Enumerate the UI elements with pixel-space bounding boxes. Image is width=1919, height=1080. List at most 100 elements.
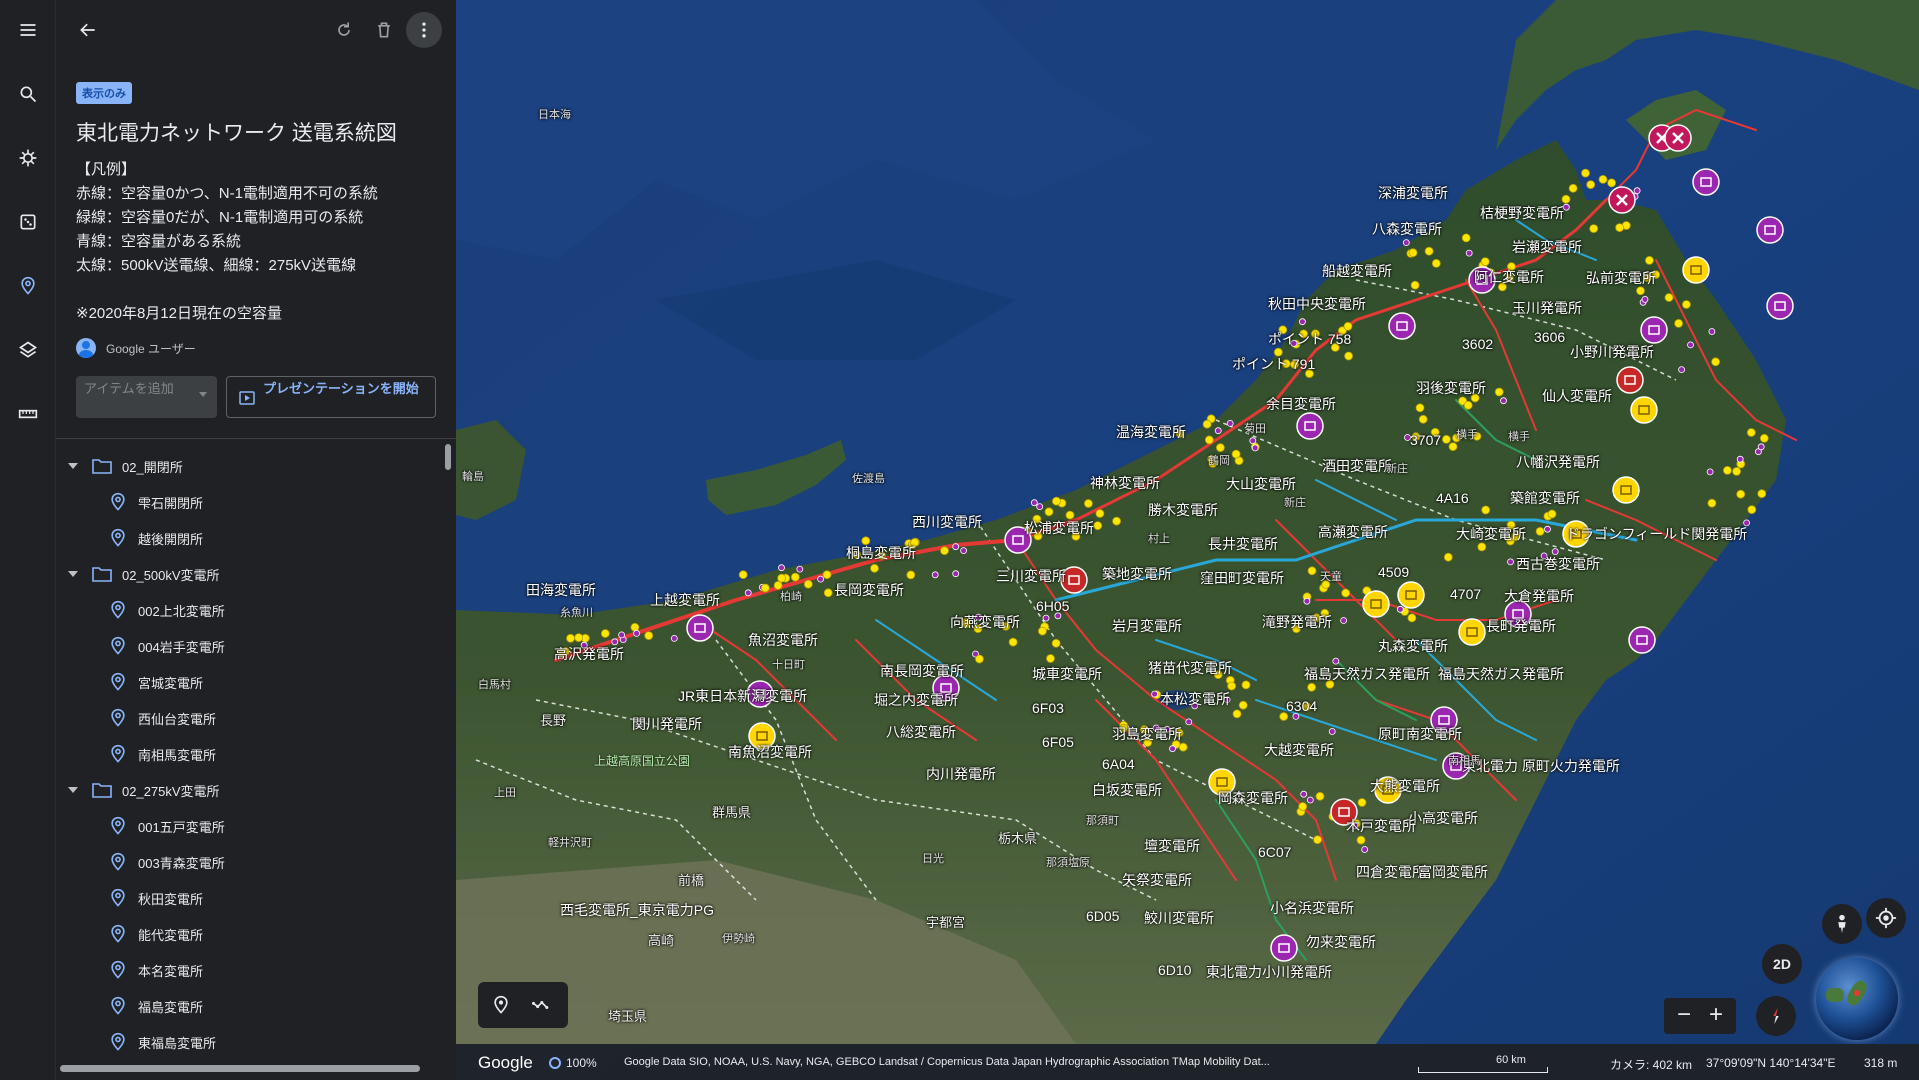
- globe-overview[interactable]: [1816, 958, 1898, 1040]
- facility-label[interactable]: 壇変電所: [1144, 836, 1200, 856]
- placemark-dot[interactable]: [1678, 366, 1685, 374]
- placemark-dot[interactable]: [1736, 455, 1744, 463]
- facility-label[interactable]: 6D10: [1158, 962, 1191, 978]
- facility-label[interactable]: 大越変電所: [1264, 740, 1334, 760]
- placemark-dot[interactable]: [1641, 295, 1649, 303]
- facility-label[interactable]: 6F05: [1042, 734, 1074, 750]
- expand-arrow-icon[interactable]: [68, 463, 78, 469]
- placemark-dot[interactable]: [1344, 351, 1353, 361]
- facility-label[interactable]: 6A04: [1102, 756, 1135, 772]
- placemark-dot[interactable]: [1095, 509, 1105, 518]
- placemark-dot[interactable]: [870, 563, 879, 573]
- placemark-dot[interactable]: [790, 572, 800, 582]
- placemark-dot[interactable]: [1185, 718, 1193, 726]
- placemark-dot[interactable]: [1633, 187, 1641, 195]
- facility-label[interactable]: 田海変電所: [526, 580, 596, 600]
- placemark-dot[interactable]: [1298, 802, 1308, 811]
- placemark-dot[interactable]: [1535, 527, 1545, 536]
- placemark-dot[interactable]: [1586, 180, 1596, 190]
- facility-label[interactable]: 鮫川変電所: [1144, 908, 1214, 928]
- placemark-dot[interactable]: [600, 629, 610, 638]
- facility-label[interactable]: 3606: [1534, 329, 1565, 345]
- facility-label[interactable]: 築館変電所: [1510, 488, 1580, 508]
- draw-path-icon[interactable]: [526, 990, 556, 1020]
- tree-placemark[interactable]: 東福島変電所: [56, 1024, 444, 1056]
- zoom-in-button[interactable]: +: [1702, 1002, 1730, 1030]
- placemark-dot[interactable]: [1544, 525, 1551, 533]
- placemark-dot[interactable]: [1424, 246, 1434, 256]
- facility-label[interactable]: 酒田変電所: [1322, 456, 1392, 476]
- facility-label[interactable]: 堀之内変電所: [874, 690, 958, 710]
- facility-label[interactable]: 岩瀬変電所: [1512, 237, 1582, 257]
- facility-label[interactable]: ポイント 791: [1232, 354, 1315, 374]
- placemark-dot[interactable]: [1361, 846, 1369, 853]
- add-item-button[interactable]: アイテムを追加: [76, 376, 217, 418]
- tree-placemark[interactable]: 001五戸変電所: [56, 808, 444, 844]
- placemark-dot[interactable]: [1241, 680, 1251, 690]
- placemark-dot[interactable]: [1461, 233, 1471, 243]
- facility-label[interactable]: 長町発電所: [1486, 616, 1556, 636]
- facility-label[interactable]: 3707: [1410, 432, 1441, 448]
- facility-label[interactable]: 神林変電所: [1090, 473, 1160, 493]
- tree-placemark[interactable]: 雫石開閉所: [56, 484, 444, 520]
- facility-label[interactable]: 6C07: [1258, 844, 1291, 860]
- scroll-thumb[interactable]: [445, 444, 451, 470]
- facility-label[interactable]: 福島天然ガス発電所: [1304, 664, 1430, 684]
- refresh-icon[interactable]: [326, 12, 362, 48]
- facility-label[interactable]: 小野川発電所: [1570, 342, 1654, 362]
- placemark-dot[interactable]: [1204, 435, 1214, 445]
- placemark-dot[interactable]: [1645, 255, 1654, 265]
- placemark-dot[interactable]: [1418, 414, 1428, 424]
- placemark-dot[interactable]: [633, 630, 641, 637]
- placemark-dot[interactable]: [1757, 489, 1767, 499]
- facility-label[interactable]: 大倉発電所: [1504, 586, 1574, 606]
- facility-marker-icon[interactable]: [1616, 366, 1644, 394]
- placemark-dot[interactable]: [1607, 178, 1616, 188]
- facility-label[interactable]: 船越変電所: [1322, 261, 1392, 281]
- facility-marker-icon[interactable]: [1682, 256, 1710, 284]
- placemark-dot[interactable]: [760, 583, 770, 593]
- placemark-dot[interactable]: [1216, 443, 1225, 453]
- facility-label[interactable]: 4A16: [1436, 490, 1469, 506]
- placemark-dot[interactable]: [952, 570, 960, 578]
- placemark-dot[interactable]: [644, 631, 654, 640]
- facility-label[interactable]: 本松変電所: [1160, 689, 1230, 709]
- dice-icon[interactable]: [12, 206, 44, 238]
- facility-label[interactable]: 6D05: [1086, 908, 1119, 924]
- facility-label[interactable]: 6304: [1286, 698, 1317, 714]
- facility-label[interactable]: 6F03: [1032, 700, 1064, 716]
- placemark-dot[interactable]: [630, 622, 640, 632]
- facility-marker-icon[interactable]: [1692, 168, 1720, 196]
- placemark-dot[interactable]: [1299, 318, 1306, 326]
- placemark-dot[interactable]: [1396, 605, 1404, 613]
- facility-label[interactable]: 3602: [1462, 336, 1493, 352]
- facility-label[interactable]: 三川変電所: [996, 566, 1066, 586]
- facility-label[interactable]: 南魚沼変電所: [728, 742, 812, 762]
- placemark-dot[interactable]: [1736, 489, 1746, 499]
- facility-label[interactable]: 四倉変電所: [1356, 862, 1426, 882]
- placemark-dot[interactable]: [1300, 790, 1308, 798]
- facility-label[interactable]: 羽島変電所: [1112, 724, 1182, 744]
- facility-label[interactable]: 上越変電所: [650, 590, 720, 610]
- toggle-2d-button[interactable]: 2D: [1762, 944, 1802, 984]
- placemark-dot[interactable]: [1757, 443, 1765, 451]
- placemark-dot[interactable]: [1407, 613, 1417, 623]
- facility-label[interactable]: 6H05: [1036, 598, 1069, 614]
- facility-marker-icon[interactable]: [1756, 216, 1784, 244]
- facility-label[interactable]: 大山変電所: [1226, 474, 1296, 494]
- placemark-dot[interactable]: [574, 633, 584, 642]
- placemark-dot[interactable]: [1356, 835, 1366, 845]
- placemark-dot[interactable]: [931, 571, 939, 579]
- placemark-dot[interactable]: [906, 570, 916, 580]
- placemark-dot[interactable]: [1084, 499, 1093, 508]
- compass-icon[interactable]: [1756, 996, 1796, 1036]
- facility-marker-icon[interactable]: [1640, 316, 1668, 344]
- facility-label[interactable]: 4509: [1378, 564, 1409, 580]
- facility-label[interactable]: 秋田中央変電所: [1268, 294, 1366, 314]
- placemark-dot[interactable]: [1251, 444, 1259, 452]
- facility-label[interactable]: 内川発電所: [926, 764, 996, 784]
- placemark-dot[interactable]: [1408, 248, 1418, 258]
- placemark-dot[interactable]: [1674, 318, 1683, 328]
- facility-label[interactable]: 大熊変電所: [1370, 776, 1440, 796]
- facility-label[interactable]: 羽後変電所: [1416, 378, 1486, 398]
